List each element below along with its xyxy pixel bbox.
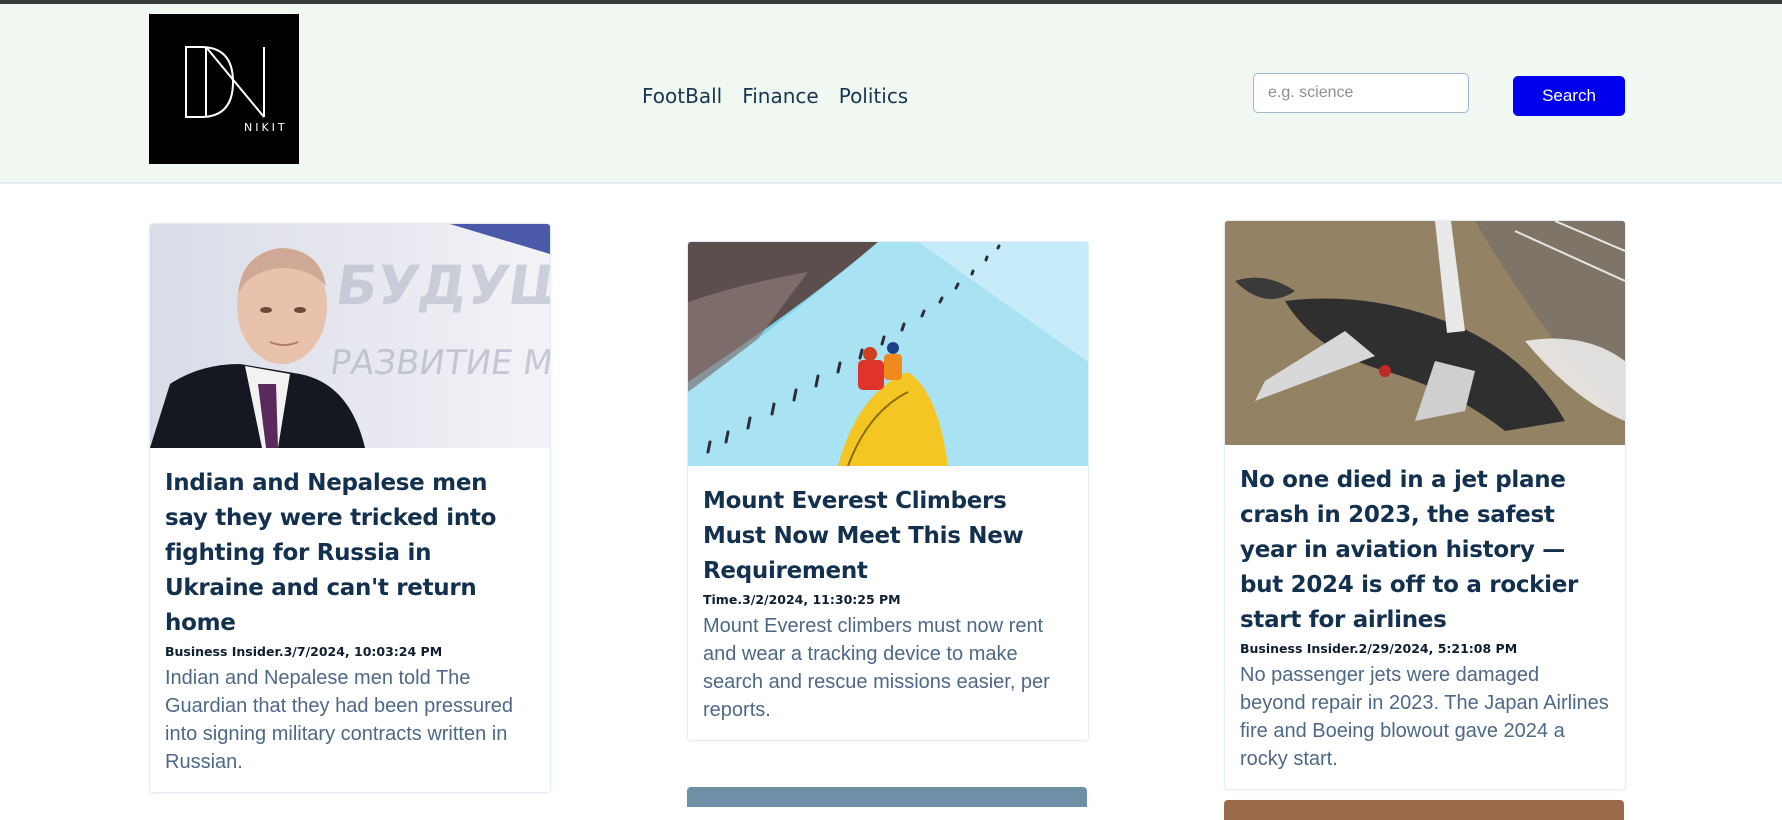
article-description-1: Indian and Nepalese men told The Guardia… <box>165 667 514 773</box>
svg-text:РАЗВИТИЕ МИССИЯ: РАЗВИТИЕ МИССИЯ <box>328 343 550 383</box>
article-meta-3: Business Insider.2/29/2024, 5:21:08 PM <box>1240 641 1518 656</box>
burned-airplane-wreckage <box>1225 221 1625 445</box>
site-header: NIKIT FootBall Finance Politics Search <box>0 4 1782 184</box>
article-card-1[interactable]: БУДУЩЕЕ РАЗВИТИЕ МИССИЯ Indian and Nepal… <box>149 223 551 793</box>
nav-politics[interactable]: Politics <box>839 81 909 111</box>
search-button[interactable]: Search <box>1513 76 1625 116</box>
article-title-1[interactable]: Indian and Nepalese men say they were tr… <box>165 466 535 641</box>
article-title-2[interactable]: Mount Everest Climbers Must Now Meet Thi… <box>703 484 1073 589</box>
logo-text: NIKIT <box>244 121 288 134</box>
article-card-2[interactable]: Mount Everest Climbers Must Now Meet Thi… <box>687 241 1089 741</box>
climbers-on-snowy-mountain <box>688 242 1088 466</box>
article-description-3: No passenger jets were damaged beyond re… <box>1240 664 1609 770</box>
nav-football[interactable]: FootBall <box>642 81 722 111</box>
article-image-1[interactable]: БУДУЩЕЕ РАЗВИТИЕ МИССИЯ <box>150 224 550 448</box>
article-image-2[interactable] <box>688 242 1088 466</box>
search-input[interactable] <box>1253 73 1469 113</box>
article-card-peek-4[interactable] <box>687 787 1087 807</box>
site-logo[interactable]: NIKIT <box>149 14 299 164</box>
article-description-2: Mount Everest climbers must now rent and… <box>703 615 1050 721</box>
article-card-peek-5[interactable] <box>1224 800 1624 820</box>
portrait-of-man-in-suit: БУДУЩЕЕ РАЗВИТИЕ МИССИЯ <box>150 224 550 448</box>
article-title-3[interactable]: No one died in a jet plane crash in 2023… <box>1240 463 1610 638</box>
article-meta-2: Time.3/2/2024, 11:30:25 PM <box>703 592 901 607</box>
article-image-3[interactable] <box>1225 221 1625 445</box>
nav-finance[interactable]: Finance <box>742 81 819 111</box>
svg-text:БУДУЩЕЕ: БУДУЩЕЕ <box>332 254 550 317</box>
article-meta-1: Business Insider.3/7/2024, 10:03:24 PM <box>165 644 443 659</box>
article-card-3[interactable]: No one died in a jet plane crash in 2023… <box>1224 220 1626 790</box>
main-nav: FootBall Finance Politics <box>642 81 908 111</box>
dn-monogram-logo-icon: NIKIT <box>185 46 288 134</box>
